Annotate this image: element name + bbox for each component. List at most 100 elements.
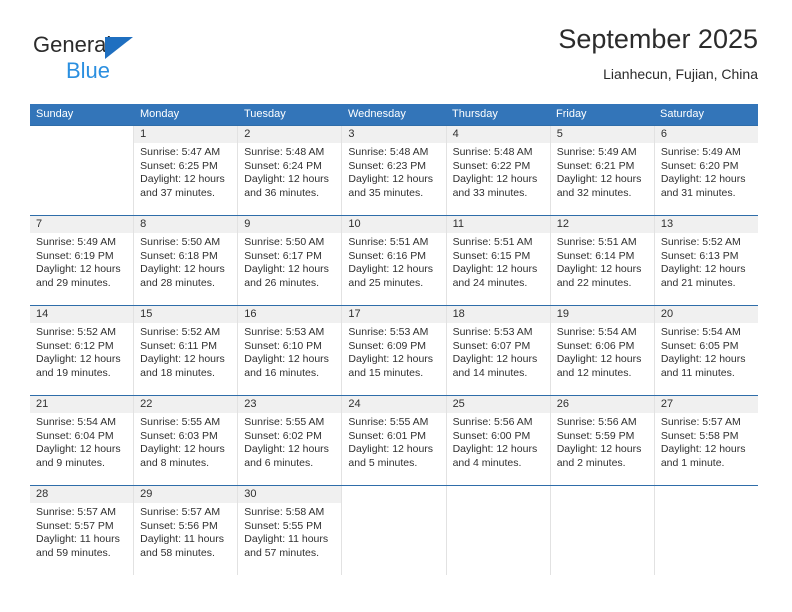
calendar-day-cell[interactable]: 24 Sunrise: 5:55 AM Sunset: 6:01 PM Dayl… (342, 396, 447, 485)
calendar-day-cell[interactable]: 22 Sunrise: 5:55 AM Sunset: 6:03 PM Dayl… (134, 396, 239, 485)
daylight-text-line1: Daylight: 12 hours (140, 263, 225, 276)
day-number: 15 (134, 306, 238, 323)
day-number: 30 (238, 486, 342, 503)
daylight-text-line1: Daylight: 12 hours (348, 173, 434, 186)
day-details: Sunrise: 5:58 AM Sunset: 5:55 PM Dayligh… (238, 503, 341, 560)
daylight-text-line2: and 59 minutes. (36, 546, 111, 559)
day-number: 22 (134, 396, 238, 413)
calendar-week-row: 14 Sunrise: 5:52 AM Sunset: 6:12 PM Dayl… (30, 305, 758, 395)
daylight-text-line2: and 5 minutes. (348, 456, 418, 469)
weekday-header-wednesday: Wednesday (348, 108, 406, 120)
calendar-day-cell[interactable]: 23 Sunrise: 5:55 AM Sunset: 6:02 PM Dayl… (238, 396, 343, 485)
sunset-text: Sunset: 6:20 PM (660, 159, 739, 172)
calendar-day-cell[interactable]: 28 Sunrise: 5:57 AM Sunset: 5:57 PM Dayl… (30, 486, 135, 575)
sunrise-text: Sunrise: 5:51 AM (452, 236, 533, 248)
sunset-text: Sunset: 6:14 PM (556, 249, 635, 262)
calendar-day-cell[interactable]: 7 Sunrise: 5:49 AM Sunset: 6:19 PM Dayli… (30, 216, 135, 305)
calendar-day-cell[interactable]: 14 Sunrise: 5:52 AM Sunset: 6:12 PM Dayl… (30, 306, 135, 395)
sunrise-text: Sunrise: 5:54 AM (660, 326, 741, 338)
daylight-text-line1: Daylight: 12 hours (452, 263, 538, 276)
weekday-header-thursday: Thursday (452, 108, 498, 120)
daylight-text-line2: and 16 minutes. (244, 366, 319, 379)
calendar-week-row: 1 Sunrise: 5:47 AM Sunset: 6:25 PM Dayli… (30, 125, 758, 215)
calendar-day-cell[interactable]: 26 Sunrise: 5:56 AM Sunset: 5:59 PM Dayl… (550, 396, 655, 485)
sunrise-text: Sunrise: 5:58 AM (244, 506, 325, 518)
sunrise-text: Sunrise: 5:48 AM (244, 146, 325, 158)
daylight-text-line2: and 33 minutes. (452, 186, 528, 199)
sunset-text: Sunset: 6:15 PM (452, 249, 531, 262)
day-details: Sunrise: 5:54 AM Sunset: 6:05 PM Dayligh… (655, 323, 758, 380)
calendar-day-cell[interactable]: 25 Sunrise: 5:56 AM Sunset: 6:00 PM Dayl… (446, 396, 551, 485)
calendar-day-cell[interactable]: 15 Sunrise: 5:52 AM Sunset: 6:11 PM Dayl… (134, 306, 239, 395)
calendar-day-cell[interactable]: 30 Sunrise: 5:58 AM Sunset: 5:55 PM Dayl… (238, 486, 343, 575)
sunrise-text: Sunrise: 5:50 AM (140, 236, 221, 248)
calendar-day-cell[interactable]: 17 Sunrise: 5:53 AM Sunset: 6:09 PM Dayl… (342, 306, 447, 395)
calendar-day-cell[interactable]: 6 Sunrise: 5:49 AM Sunset: 6:20 PM Dayli… (654, 126, 758, 215)
daylight-text-line1: Daylight: 12 hours (556, 173, 642, 186)
calendar-day-cell[interactable] (654, 486, 758, 575)
calendar-day-cell[interactable]: 1 Sunrise: 5:47 AM Sunset: 6:25 PM Dayli… (134, 126, 239, 215)
calendar-day-cell[interactable]: 27 Sunrise: 5:57 AM Sunset: 5:58 PM Dayl… (654, 396, 758, 485)
sunrise-text: Sunrise: 5:54 AM (36, 416, 116, 428)
day-details: Sunrise: 5:51 AM Sunset: 6:15 PM Dayligh… (447, 233, 550, 290)
day-details: Sunrise: 5:49 AM Sunset: 6:21 PM Dayligh… (551, 143, 654, 200)
calendar-day-cell[interactable]: 4 Sunrise: 5:48 AM Sunset: 6:22 PM Dayli… (446, 126, 551, 215)
calendar-day-cell[interactable]: 16 Sunrise: 5:53 AM Sunset: 6:10 PM Dayl… (238, 306, 343, 395)
daylight-text-line2: and 4 minutes. (452, 456, 522, 469)
sunrise-text: Sunrise: 5:52 AM (140, 326, 221, 338)
daylight-text-line2: and 57 minutes. (244, 546, 319, 559)
calendar-day-cell[interactable] (342, 486, 447, 575)
calendar-day-cell[interactable]: 12 Sunrise: 5:51 AM Sunset: 6:14 PM Dayl… (550, 216, 655, 305)
calendar-day-cell[interactable]: 8 Sunrise: 5:50 AM Sunset: 6:18 PM Dayli… (134, 216, 239, 305)
daylight-text-line1: Daylight: 12 hours (452, 173, 538, 186)
sunrise-text: Sunrise: 5:54 AM (556, 326, 637, 338)
calendar-day-cell[interactable]: 21 Sunrise: 5:54 AM Sunset: 6:04 PM Dayl… (30, 396, 135, 485)
sunset-text: Sunset: 5:56 PM (140, 519, 218, 532)
daylight-text-line1: Daylight: 12 hours (140, 173, 225, 186)
day-number: 7 (30, 216, 134, 233)
daylight-text-line1: Daylight: 12 hours (348, 353, 434, 366)
day-number: 17 (342, 306, 446, 323)
day-details: Sunrise: 5:52 AM Sunset: 6:12 PM Dayligh… (30, 323, 133, 380)
sunrise-text: Sunrise: 5:55 AM (348, 416, 429, 428)
daylight-text-line1: Daylight: 12 hours (140, 443, 225, 456)
day-details: Sunrise: 5:47 AM Sunset: 6:25 PM Dayligh… (134, 143, 237, 200)
daylight-text-line2: and 11 minutes. (660, 366, 735, 379)
sunset-text: Sunset: 6:06 PM (556, 339, 635, 352)
daylight-text-line2: and 25 minutes. (348, 276, 424, 289)
calendar-day-cell[interactable]: 19 Sunrise: 5:54 AM Sunset: 6:06 PM Dayl… (550, 306, 655, 395)
day-details: Sunrise: 5:55 AM Sunset: 6:03 PM Dayligh… (134, 413, 237, 470)
calendar-day-cell[interactable]: 10 Sunrise: 5:51 AM Sunset: 6:16 PM Dayl… (342, 216, 447, 305)
sunrise-text: Sunrise: 5:49 AM (36, 236, 116, 248)
day-number: 4 (446, 126, 550, 143)
general-blue-logo[interactable]: General Blue (33, 32, 163, 86)
calendar-day-cell[interactable] (550, 486, 655, 575)
calendar-day-cell[interactable]: 11 Sunrise: 5:51 AM Sunset: 6:15 PM Dayl… (446, 216, 551, 305)
calendar-day-cell[interactable]: 18 Sunrise: 5:53 AM Sunset: 6:07 PM Dayl… (446, 306, 551, 395)
day-details: Sunrise: 5:51 AM Sunset: 6:16 PM Dayligh… (342, 233, 445, 290)
calendar-day-cell[interactable] (30, 126, 135, 215)
sunset-text: Sunset: 6:16 PM (348, 249, 427, 262)
calendar-day-cell[interactable] (446, 486, 551, 575)
daylight-text-line2: and 9 minutes. (36, 456, 105, 469)
weekday-header-sunday: Sunday (36, 108, 74, 120)
calendar-day-cell[interactable]: 3 Sunrise: 5:48 AM Sunset: 6:23 PM Dayli… (342, 126, 447, 215)
sunset-text: Sunset: 6:05 PM (660, 339, 739, 352)
calendar-day-cell[interactable]: 13 Sunrise: 5:52 AM Sunset: 6:13 PM Dayl… (654, 216, 758, 305)
calendar-day-cell[interactable]: 5 Sunrise: 5:49 AM Sunset: 6:21 PM Dayli… (550, 126, 655, 215)
calendar-day-cell[interactable]: 20 Sunrise: 5:54 AM Sunset: 6:05 PM Dayl… (654, 306, 758, 395)
sunset-text: Sunset: 6:00 PM (452, 429, 531, 442)
calendar-day-cell[interactable]: 9 Sunrise: 5:50 AM Sunset: 6:17 PM Dayli… (238, 216, 343, 305)
daylight-text-line1: Daylight: 11 hours (36, 533, 120, 546)
calendar-grid: Sunday Monday Tuesday Wednesday Thursday… (30, 104, 758, 575)
daylight-text-line2: and 58 minutes. (140, 546, 215, 559)
daylight-text-line2: and 19 minutes. (36, 366, 111, 379)
sunrise-text: Sunrise: 5:53 AM (452, 326, 533, 338)
sunrise-text: Sunrise: 5:53 AM (348, 326, 429, 338)
day-number: 26 (550, 396, 654, 413)
calendar-day-cell[interactable]: 29 Sunrise: 5:57 AM Sunset: 5:56 PM Dayl… (134, 486, 239, 575)
sunset-text: Sunset: 5:55 PM (244, 519, 322, 532)
page-header: General Blue September 2025 Lianhecun, F… (30, 22, 758, 94)
calendar-day-cell[interactable]: 2 Sunrise: 5:48 AM Sunset: 6:24 PM Dayli… (238, 126, 343, 215)
sunrise-text: Sunrise: 5:53 AM (244, 326, 325, 338)
